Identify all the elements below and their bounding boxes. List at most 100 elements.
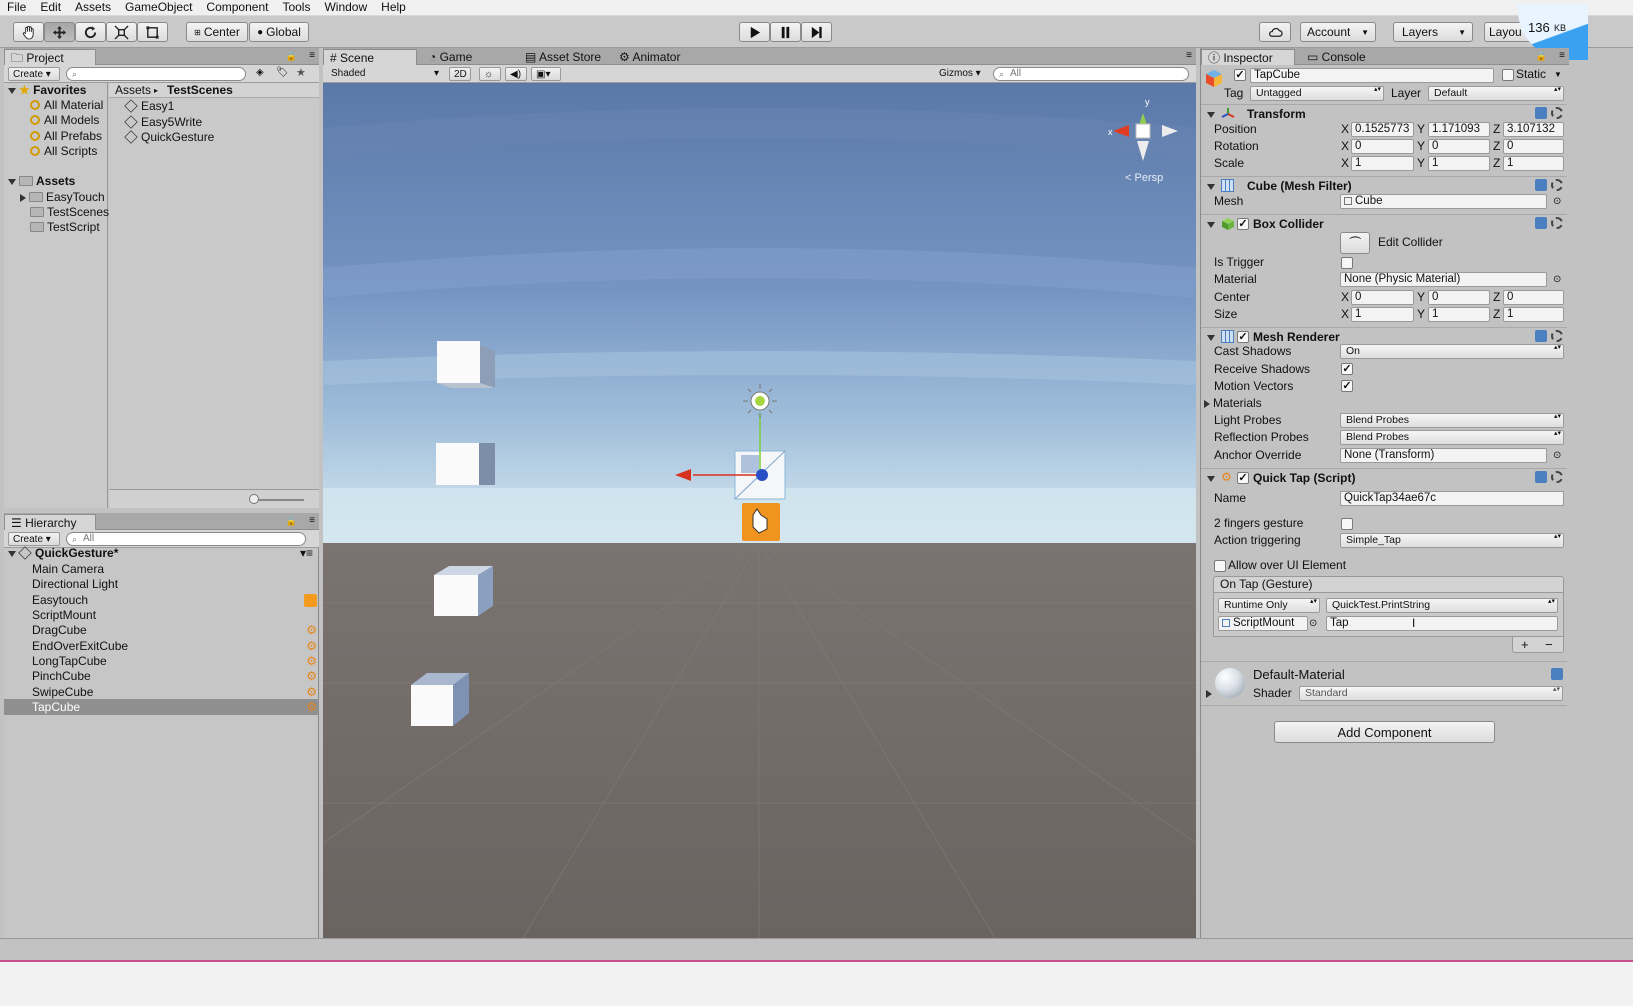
object-picker-icon[interactable]: ⊙: [1553, 272, 1561, 287]
menu-edit[interactable]: Edit: [33, 0, 68, 15]
position-x-field[interactable]: 0.1525773: [1351, 122, 1414, 137]
settings-gear-icon[interactable]: [1551, 107, 1563, 119]
receive-shadows-checkbox[interactable]: ✓: [1341, 363, 1353, 375]
asset-folder[interactable]: TestScenes: [30, 205, 109, 220]
hierarchy-search-input[interactable]: ⌕ All: [66, 532, 306, 546]
cube[interactable]: [411, 673, 469, 726]
hierarchy-item[interactable]: ScriptMount: [32, 608, 96, 623]
quick-tap-enabled-checkbox[interactable]: ✓: [1237, 472, 1249, 484]
favorite-item[interactable]: All Models: [30, 113, 99, 128]
pivot-center-button[interactable]: ⊞ Center: [186, 22, 248, 42]
assets-header[interactable]: Assets: [8, 174, 75, 189]
event-argument-field[interactable]: Tap: [1326, 616, 1558, 631]
toggle-2d-button[interactable]: 2D: [449, 67, 471, 81]
gizmo-z-handle[interactable]: [756, 469, 768, 481]
hierarchy-item[interactable]: EndOverExitCube ⚙: [32, 639, 319, 654]
is-trigger-checkbox[interactable]: [1341, 257, 1353, 269]
position-y-field[interactable]: 1.171093: [1428, 122, 1490, 137]
edit-collider-button[interactable]: ⏜: [1340, 232, 1370, 254]
hand-tool-button[interactable]: [13, 22, 44, 42]
add-component-button[interactable]: Add Component: [1274, 721, 1495, 743]
play-button[interactable]: [739, 22, 770, 42]
account-dropdown[interactable]: Account ▼: [1300, 22, 1376, 42]
space-global-button[interactable]: ● Global: [249, 22, 309, 42]
project-search-input[interactable]: ⌕: [66, 67, 246, 81]
project-create-button[interactable]: Create ▾: [8, 67, 60, 81]
mesh-filter-header[interactable]: Cube (Mesh Filter): [1201, 176, 1567, 194]
filter-label-icon[interactable]: 🏷: [276, 67, 289, 78]
settings-gear-icon[interactable]: [1551, 471, 1563, 483]
settings-gear-icon[interactable]: [1551, 217, 1563, 229]
panel-menu-icon[interactable]: ≡: [309, 50, 315, 61]
menu-tools[interactable]: Tools: [275, 0, 317, 15]
tab-inspector[interactable]: ⓘ Inspector: [1201, 49, 1295, 65]
gameobject-active-checkbox[interactable]: ✓: [1234, 69, 1246, 81]
static-checkbox[interactable]: [1502, 69, 1514, 81]
scene-audio-toggle[interactable]: ◀): [505, 67, 527, 81]
hierarchy-item[interactable]: LongTapCube ⚙: [32, 654, 319, 669]
scene-header[interactable]: QuickGesture* ▾≡: [8, 546, 319, 561]
motion-vectors-checkbox[interactable]: ✓: [1341, 380, 1353, 392]
asset-folder[interactable]: TestScript: [30, 220, 100, 235]
size-x-field[interactable]: 1: [1351, 307, 1414, 322]
favorite-item[interactable]: All Scripts: [30, 144, 97, 159]
hierarchy-item[interactable]: SwipeCube ⚙: [32, 685, 319, 700]
menu-gameobject[interactable]: GameObject: [118, 0, 199, 15]
favorites-header[interactable]: ★ Favorites: [8, 83, 86, 98]
shader-dropdown[interactable]: Standard: [1299, 686, 1563, 701]
settings-gear-icon[interactable]: [1551, 330, 1563, 342]
allow-ui-checkbox[interactable]: [1214, 560, 1226, 572]
center-y-field[interactable]: 0: [1428, 290, 1490, 305]
tab-project[interactable]: 🗀 Project: [4, 49, 96, 65]
cube[interactable]: [437, 341, 495, 388]
menu-file[interactable]: File: [0, 0, 33, 15]
help-book-icon[interactable]: [1551, 668, 1563, 680]
box-collider-enabled-checkbox[interactable]: ✓: [1237, 218, 1249, 230]
menu-component[interactable]: Component: [199, 0, 275, 15]
favorite-item[interactable]: All Material: [30, 98, 103, 113]
tab-game[interactable]: ◔ Game: [423, 49, 478, 65]
menu-assets[interactable]: Assets: [68, 0, 118, 15]
panel-menu-icon[interactable]: ≡: [309, 515, 315, 526]
scale-tool-button[interactable]: [106, 22, 137, 42]
materials-foldout[interactable]: Materials: [1204, 396, 1262, 411]
gesture-name-field[interactable]: QuickTap34ae67c: [1340, 491, 1564, 506]
anchor-override-field[interactable]: None (Transform): [1340, 448, 1547, 463]
event-target-field[interactable]: ScriptMount: [1218, 616, 1308, 631]
mesh-renderer-header[interactable]: ✓ Mesh Renderer: [1201, 327, 1567, 345]
help-book-icon[interactable]: [1535, 471, 1547, 483]
scene-search-input[interactable]: ⌕ All: [993, 67, 1189, 81]
lock-icon[interactable]: 🔒: [286, 51, 297, 62]
action-triggering-dropdown[interactable]: Simple_Tap: [1340, 533, 1564, 548]
rotation-x-field[interactable]: 0: [1351, 139, 1414, 154]
scene-effects-dropdown[interactable]: ▣▾: [531, 67, 561, 81]
lock-icon[interactable]: 🔒: [286, 516, 297, 527]
help-book-icon[interactable]: [1535, 217, 1547, 229]
scene-menu-icon[interactable]: ▾≡: [300, 546, 313, 561]
rotation-y-field[interactable]: 0: [1428, 139, 1490, 154]
tab-scene[interactable]: # Scene: [323, 49, 417, 65]
rotate-tool-button[interactable]: [75, 22, 106, 42]
gizmos-dropdown[interactable]: Gizmos ▾: [935, 67, 985, 81]
persp-label[interactable]: < Persp: [1125, 172, 1163, 184]
cube[interactable]: [436, 443, 495, 485]
layer-dropdown[interactable]: Default: [1428, 86, 1564, 101]
help-book-icon[interactable]: [1535, 179, 1547, 191]
scale-y-field[interactable]: 1: [1428, 156, 1490, 171]
hierarchy-item[interactable]: PinchCube ⚙: [32, 669, 319, 684]
hierarchy-create-button[interactable]: Create ▾: [8, 532, 60, 546]
quick-tap-header[interactable]: ⚙ ✓ Quick Tap (Script): [1201, 468, 1567, 486]
light-probes-dropdown[interactable]: Blend Probes: [1340, 413, 1564, 428]
scene-lighting-toggle[interactable]: ☼: [479, 67, 501, 81]
center-x-field[interactable]: 0: [1351, 290, 1414, 305]
gameobject-name-field[interactable]: TapCube: [1250, 68, 1494, 83]
lock-icon[interactable]: 🔒: [1536, 51, 1547, 62]
remove-event-button[interactable]: −: [1545, 637, 1553, 652]
mesh-object-field[interactable]: Cube: [1340, 194, 1547, 209]
size-y-field[interactable]: 1: [1428, 307, 1490, 322]
hierarchy-item[interactable]: Main Camera: [32, 562, 104, 577]
scale-x-field[interactable]: 1: [1351, 156, 1414, 171]
breadcrumb-item[interactable]: Assets: [115, 83, 151, 98]
hierarchy-item[interactable]: Directional Light: [32, 577, 118, 592]
settings-gear-icon[interactable]: [1551, 179, 1563, 191]
